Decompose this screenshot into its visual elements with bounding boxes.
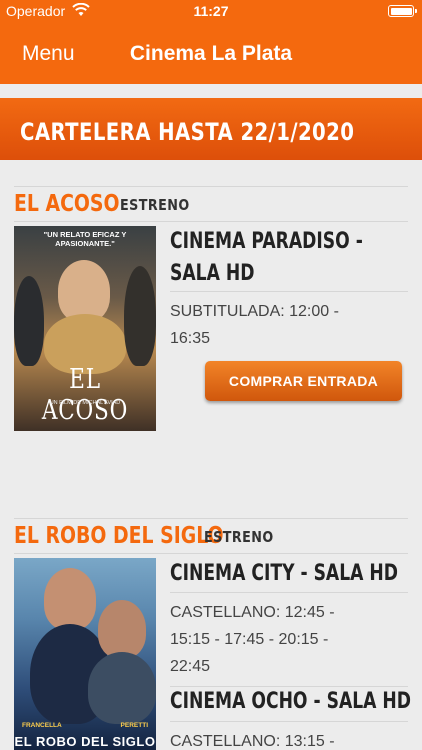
schedule: CASTELLANO: 12:45 - 15:15 - 17:45 - 20:1…	[170, 595, 408, 680]
movie-card: EL ROBO DEL SIGLO ESTRENO FRANCELLA PERE…	[0, 506, 422, 750]
cinema-name: CINEMA OCHO - SALA HD	[170, 689, 412, 714]
cinema-name-line: SALA HD	[170, 261, 255, 286]
cinema-name: CINEMA PARADISO - SALA HD	[170, 226, 363, 290]
buy-ticket-label: COMPRAR ENTRADA	[228, 373, 379, 389]
poster-actor: FRANCELLA	[22, 722, 62, 729]
poster-tagline: "UN RELATO EFICAZ Y APASIONANTE."	[43, 230, 127, 248]
divider	[170, 592, 408, 593]
cinema-name: CINEMA CITY - SALA HD	[170, 561, 399, 586]
clock: 11:27	[193, 3, 229, 19]
schedule-line: CASTELLANO: 12:45 -	[170, 604, 335, 621]
poster-title: EL ROBO DEL SIGLO	[14, 734, 156, 749]
movie-poster[interactable]: FRANCELLA PERETTI EL ROBO DEL SIGLO	[14, 558, 156, 750]
cinema-name-line: CINEMA PARADISO -	[170, 229, 363, 254]
estreno-badge: ESTRENO	[120, 196, 190, 214]
divider	[14, 553, 408, 554]
divider	[170, 291, 408, 292]
showing: CINEMA CITY - SALA HD	[170, 558, 408, 590]
billboard-title: CARTELERA HASTA 22/1/2020	[20, 118, 355, 146]
estreno-badge: ESTRENO	[204, 528, 274, 546]
schedule-line: SUBTITULADA: 12:00 -	[170, 303, 339, 320]
schedule-line: CASTELLANO: 13:15 -	[170, 733, 335, 750]
poster-actor: PERETTI	[120, 722, 148, 729]
poster-credit: UN FILM DE MICHAL AVIAD	[49, 400, 121, 406]
showing: CINEMA OCHO - SALA HD	[170, 686, 412, 718]
movie-title[interactable]: EL ROBO DEL SIGLO	[14, 523, 224, 549]
movie-poster[interactable]: "UN RELATO EFICAZ Y APASIONANTE." EL ACO…	[14, 226, 156, 431]
schedule-line: 15:15 - 17:45 - 20:15 -	[170, 631, 329, 648]
nav-bar: Cinema La Plata Menu	[0, 22, 422, 84]
movie-card: EL ACOSO ESTRENO "UN RELATO EFICAZ Y APA…	[0, 174, 422, 492]
billboard-banner: CARTELERA HASTA 22/1/2020	[0, 98, 422, 160]
schedule-line: 22:45	[170, 658, 211, 675]
divider	[170, 721, 408, 722]
status-bar: Operador 11:27	[0, 0, 422, 22]
schedule: CASTELLANO: 13:15 -	[170, 724, 408, 750]
poster-actors: FRANCELLA PERETTI	[22, 722, 148, 729]
movie-header: EL ROBO DEL SIGLO ESTRENO	[14, 518, 408, 549]
schedule-line: 16:35	[170, 330, 211, 347]
movie-title[interactable]: EL ACOSO	[14, 191, 120, 217]
poster-title: EL ACOSO	[41, 364, 129, 426]
buy-ticket-button[interactable]: COMPRAR ENTRADA	[205, 361, 402, 401]
showing: CINEMA PARADISO - SALA HD	[170, 226, 408, 290]
movie-header: EL ACOSO ESTRENO	[14, 186, 408, 217]
menu-button[interactable]: Menu	[22, 42, 75, 66]
battery-icon	[388, 5, 417, 17]
schedule: SUBTITULADA: 12:00 - 16:35	[170, 294, 408, 352]
divider	[14, 221, 408, 222]
